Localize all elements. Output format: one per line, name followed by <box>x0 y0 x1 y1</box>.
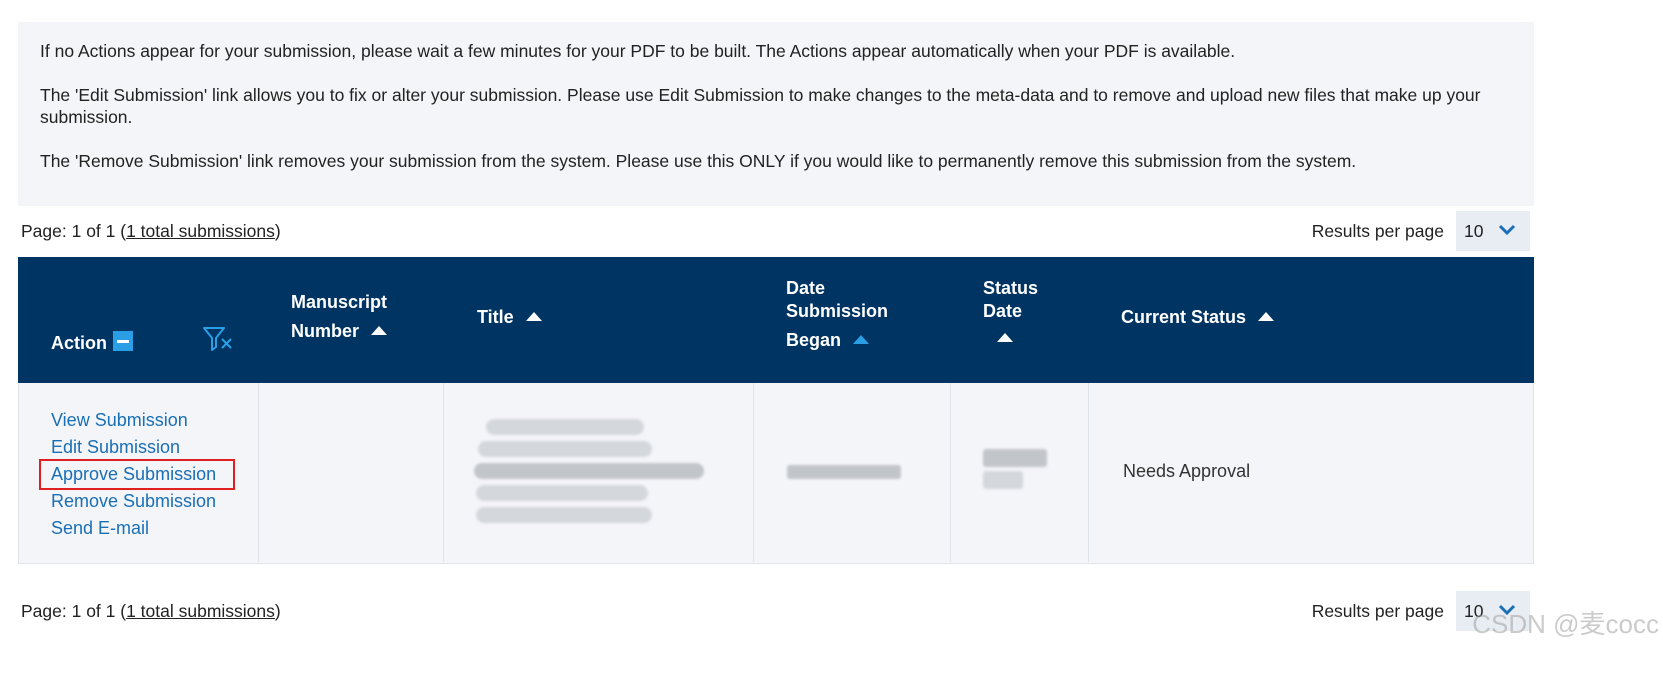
header-date-line3: Began <box>786 330 842 350</box>
redacted-text <box>476 507 652 523</box>
sort-asc-active-icon[interactable] <box>853 334 870 344</box>
results-per-page-label: Results per page <box>1311 601 1444 621</box>
instruction-text-1: If no Actions appear for your submission… <box>40 41 1236 61</box>
edit-submission-link[interactable]: Edit Submission <box>51 434 233 461</box>
sort-asc-icon[interactable] <box>525 311 542 321</box>
header-current-status-label: Current Status <box>1121 307 1247 327</box>
cell-date-redacted <box>754 383 951 562</box>
table-row: View Submission Edit Submission Approve … <box>18 383 1534 564</box>
page-info: Page: 1 of 1 (1 total submissions) <box>21 221 281 241</box>
header-status-date[interactable]: Status Date <box>950 257 1088 383</box>
cell-manuscript-number <box>259 383 444 562</box>
collapse-icon[interactable] <box>113 331 133 352</box>
header-current-status[interactable]: Current Status <box>1088 257 1534 383</box>
header-manuscript-line1: Manuscript <box>291 292 388 312</box>
submissions-table: Action Manuscript Number Title Date Subm… <box>18 257 1534 564</box>
approve-submission-link[interactable]: Approve Submission <box>39 459 235 490</box>
header-action-label: Action <box>51 333 107 353</box>
results-per-page-value: 10 <box>1464 221 1484 241</box>
send-email-link[interactable]: Send E-mail <box>51 515 233 542</box>
header-title[interactable]: Title <box>443 257 753 383</box>
instruction-text-3: The 'Remove Submission' link removes you… <box>40 151 1357 171</box>
watermark: CSDN @麦cocc <box>1472 609 1659 639</box>
sort-asc-icon[interactable] <box>997 332 1013 342</box>
header-title-label: Title <box>477 307 514 327</box>
header-action: Action <box>18 257 258 383</box>
instruction-text-2: The 'Edit Submission' link allows you to… <box>40 85 1481 127</box>
pager-top: Page: 1 of 1 (1 total submissions) Resul… <box>18 211 1534 251</box>
cell-actions: View Submission Edit Submission Approve … <box>19 383 259 562</box>
cell-status-date-redacted <box>951 383 1089 562</box>
remove-submission-link[interactable]: Remove Submission <box>51 488 233 515</box>
view-submission-link[interactable]: View Submission <box>51 407 233 434</box>
instructions-panel: If no Actions appear for your submission… <box>18 22 1534 206</box>
chevron-down-icon <box>1498 224 1516 236</box>
header-status-date-line2: Date <box>983 301 1023 321</box>
page-info: Page: 1 of 1 (1 total submissions) <box>21 601 281 621</box>
redacted-text <box>478 441 652 457</box>
header-manuscript-line2: Number <box>291 321 360 341</box>
redacted-text <box>983 449 1047 467</box>
cell-title-redacted <box>444 383 754 562</box>
pager-bottom: Page: 1 of 1 (1 total submissions) Resul… <box>18 591 1534 631</box>
action-links: View Submission Edit Submission Approve … <box>39 407 235 542</box>
header-manuscript-number[interactable]: Manuscript Number <box>258 257 443 383</box>
table-header: Action Manuscript Number Title Date Subm… <box>18 257 1534 383</box>
header-date-line2: Submission <box>786 301 889 321</box>
results-per-page-select[interactable]: 10 <box>1456 211 1530 251</box>
sort-asc-icon[interactable] <box>1258 311 1275 321</box>
redacted-text <box>474 463 704 479</box>
redacted-text <box>787 465 901 479</box>
redacted-text <box>476 485 648 501</box>
clear-filter-icon[interactable] <box>202 325 234 353</box>
total-submissions-link[interactable]: 1 total submissions <box>126 601 275 621</box>
redacted-text <box>983 471 1023 489</box>
header-date-submission-began[interactable]: Date Submission Began <box>753 257 950 383</box>
cell-current-status: Needs Approval <box>1089 383 1535 562</box>
results-per-page-label: Results per page <box>1311 221 1444 241</box>
header-date-line1: Date <box>786 278 826 298</box>
redacted-text <box>486 419 644 435</box>
total-submissions-link[interactable]: 1 total submissions <box>126 221 275 241</box>
sort-asc-icon[interactable] <box>371 325 388 335</box>
header-status-date-line1: Status <box>983 278 1039 298</box>
current-status-text: Needs Approval <box>1123 461 1251 481</box>
